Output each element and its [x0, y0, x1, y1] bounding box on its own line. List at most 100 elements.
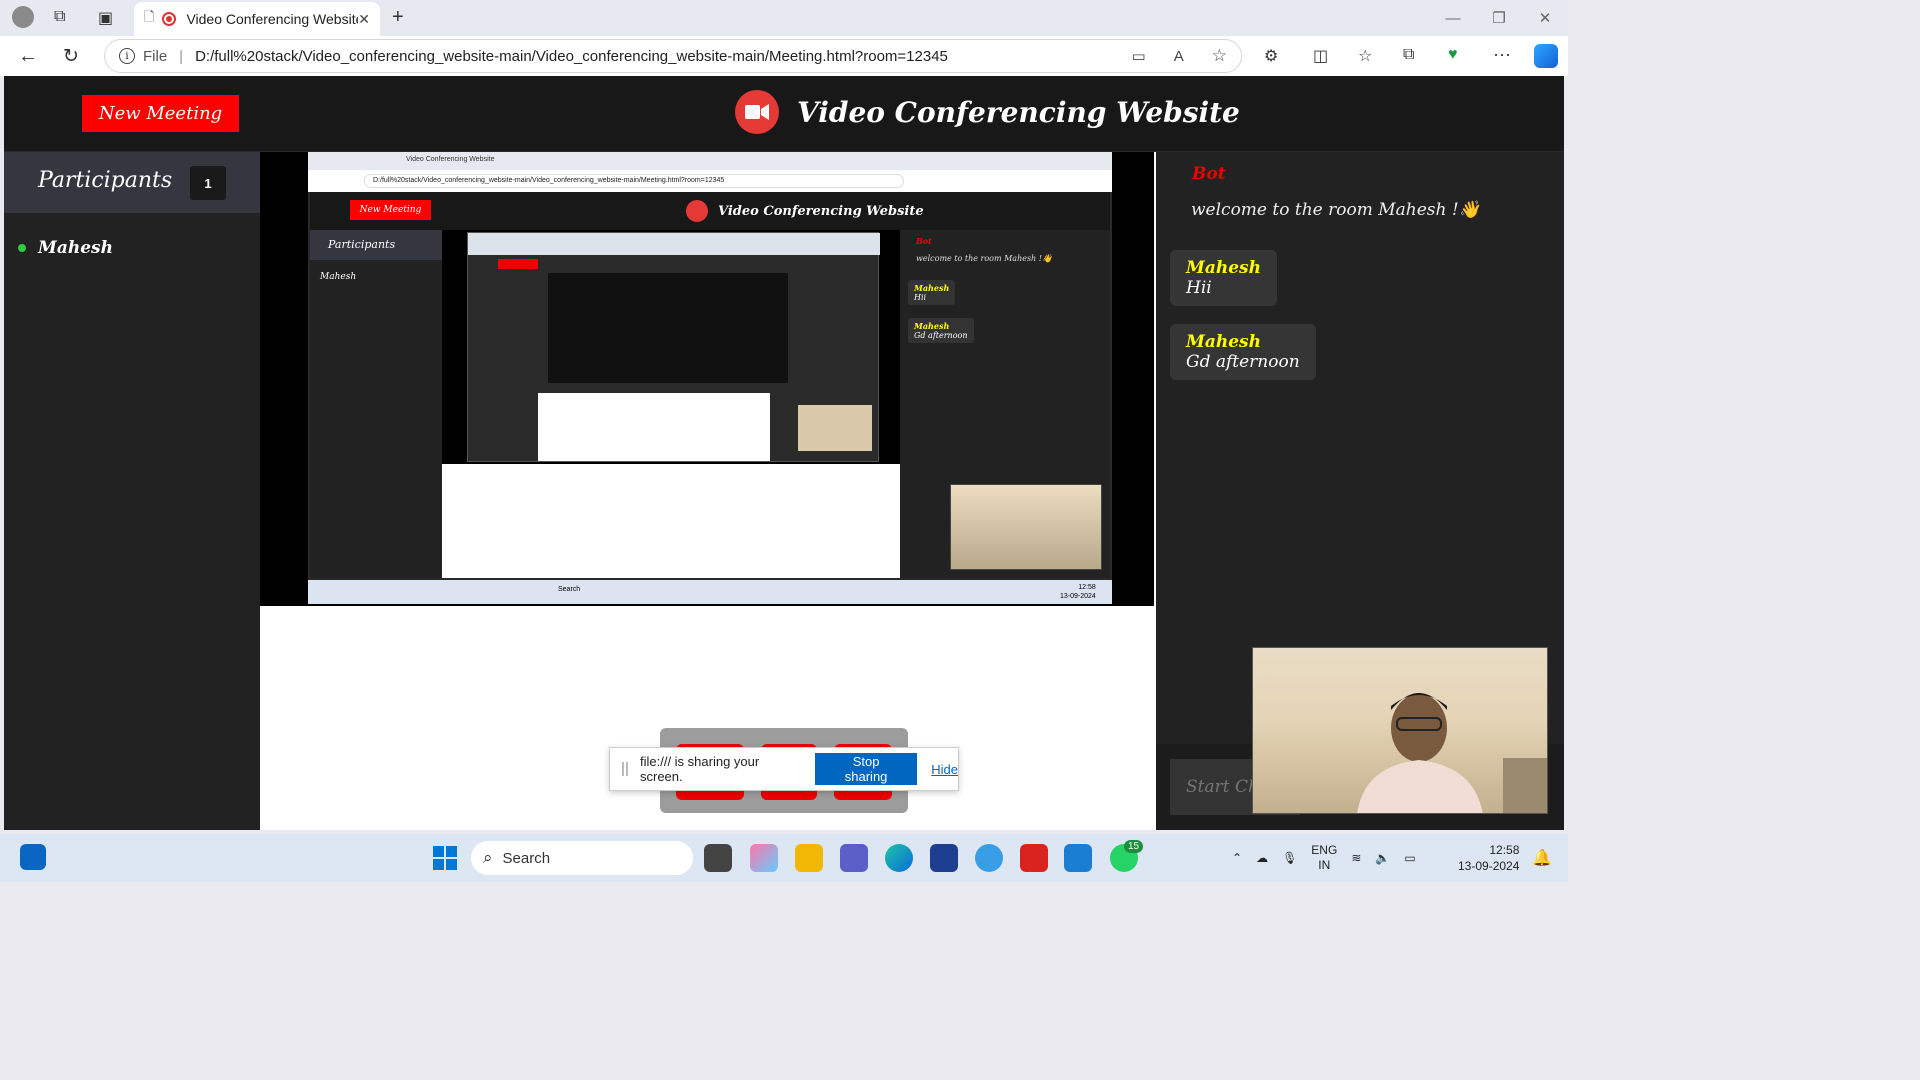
split-screen-icon[interactable]: ◫ — [1313, 46, 1328, 66]
participants-panel: Participants 1 Mahesh — [4, 152, 260, 830]
favorite-star-icon[interactable]: ☆ — [1212, 46, 1227, 66]
shared-participants-title: Participants — [310, 230, 442, 260]
widgets-icon[interactable] — [20, 844, 46, 870]
nested-stage — [548, 273, 788, 383]
chat-message: Mahesh Hii — [1170, 250, 1277, 306]
wifi-icon[interactable]: ≋ — [1351, 851, 1361, 865]
vertical-tabs-icon[interactable]: ▣ — [98, 8, 113, 28]
drag-handle-icon[interactable] — [622, 762, 628, 776]
store-icon[interactable] — [930, 844, 958, 872]
taskbar-search[interactable]: ⌕ Search — [471, 841, 693, 875]
shared-sender: Mahesh — [914, 283, 950, 293]
refresh-icon[interactable]: ↻ — [63, 45, 79, 68]
shared-chat-bubble: Mahesh Gd afternoon — [908, 318, 974, 343]
shared-brand: Video Conferencing Website — [686, 200, 924, 222]
message-sender: Mahesh — [1186, 258, 1261, 278]
restore-icon[interactable]: ❐ — [1476, 0, 1522, 36]
teams-icon[interactable] — [840, 844, 868, 872]
file-explorer-icon[interactable] — [795, 844, 823, 872]
new-tab-icon[interactable]: + — [392, 6, 404, 29]
language-indicator[interactable]: ENG IN — [1311, 843, 1337, 873]
browser-tab-bar: ⧉ ▣ 🗋 Video Conferencing Website ✕ + — ❐… — [0, 0, 1568, 36]
recording-icon — [162, 12, 177, 26]
mcafee-icon[interactable] — [1020, 844, 1048, 872]
browser-tab[interactable]: 🗋 Video Conferencing Website ✕ — [134, 2, 380, 36]
stop-sharing-button[interactable]: Stop sharing — [814, 753, 918, 785]
system-tray: ⌃ ☁ 🎙 ENG IN ≋ 🔈 ▭ — [1232, 834, 1416, 882]
extensions-icon[interactable]: ⚙ — [1264, 46, 1278, 66]
participants-header: Participants 1 — [4, 152, 260, 213]
workspaces-icon[interactable]: ⧉ — [54, 8, 65, 26]
shared-participants-panel: Participants Mahesh — [310, 230, 442, 578]
shared-message: Gd afternoon — [914, 331, 968, 340]
whatsapp-badge: 15 — [1124, 840, 1144, 853]
shared-participant-name: Mahesh — [320, 272, 357, 282]
vscode-icon[interactable] — [1064, 844, 1092, 872]
language-top: ENG — [1311, 843, 1338, 857]
site-info-icon[interactable]: i — [119, 48, 135, 64]
shared-screen-content: Video Conferencing Website D:/full%20sta… — [308, 152, 1112, 604]
minimize-icon[interactable]: — — [1430, 0, 1476, 36]
close-tab-icon[interactable]: ✕ — [358, 11, 370, 28]
address-prefix: File — [143, 47, 168, 65]
new-meeting-button[interactable]: New Meeting — [82, 95, 239, 132]
welcome-message: welcome to the room Mahesh !👋 — [1191, 200, 1480, 220]
task-view-icon[interactable] — [704, 844, 732, 872]
back-icon[interactable]: ← — [18, 45, 38, 68]
app-header: New Meeting Video Conferencing Website — [4, 76, 1564, 152]
shared-tab-title: Video Conferencing Website — [406, 156, 495, 163]
camera-permission-icon[interactable]: ▭ — [1132, 47, 1146, 65]
tab-title: Video Conferencing Website — [186, 11, 359, 27]
message-text: Hii — [1186, 278, 1212, 298]
shared-chat-bubble: Mahesh Hii — [908, 280, 956, 305]
taskbar-clock[interactable]: 12:58 13-09-2024 — [1458, 842, 1519, 874]
more-options-icon[interactable]: ··· — [1493, 44, 1511, 65]
address-separator: | — [179, 47, 184, 65]
shared-clock: 12:58 13-09-2024 — [1060, 583, 1096, 601]
nested-webcam — [798, 405, 872, 451]
search-label: Search — [502, 849, 551, 867]
shared-tab-strip: Video Conferencing Website — [308, 152, 1112, 170]
shared-app-title: Video Conferencing Website — [718, 203, 924, 219]
favorites-icon[interactable]: ☆ — [1358, 46, 1372, 66]
self-webcam-video — [1252, 647, 1548, 814]
shared-url: D:/full%20stack/Video_conferencing_websi… — [364, 174, 904, 188]
message-text: Gd afternoon — [1186, 352, 1300, 372]
shared-webcam-video — [950, 484, 1102, 570]
notification-bell-icon[interactable]: 🔔 — [1532, 848, 1552, 868]
clock-date: 13-09-2024 — [1458, 859, 1520, 873]
participants-title: Participants — [38, 168, 173, 193]
microphone-icon[interactable]: 🎙 — [1282, 851, 1297, 865]
volume-icon[interactable]: 🔈 — [1375, 851, 1390, 865]
help-icon[interactable] — [975, 844, 1003, 872]
copilot-app-icon[interactable] — [750, 844, 778, 872]
page-icon: 🗋 — [144, 9, 155, 24]
profile-icon[interactable] — [12, 6, 34, 28]
onedrive-icon[interactable]: ☁ — [1256, 851, 1268, 865]
start-icon[interactable] — [431, 844, 459, 872]
read-aloud-icon[interactable]: A — [1174, 48, 1184, 65]
shared-address-strip: D:/full%20stack/Video_conferencing_websi… — [308, 170, 1112, 192]
windows-taskbar: ⌕ Search 15 ⌃ ☁ 🎙 ENG IN ≋ 🔈 ▭ 12:58 13-0… — [0, 834, 1568, 882]
copilot-icon[interactable] — [1534, 44, 1558, 68]
battery-icon[interactable]: ▭ — [1404, 851, 1415, 865]
edge-icon[interactable] — [885, 844, 913, 872]
nested-new-meeting — [498, 259, 538, 269]
screen-share-notice: file:/// is sharing your screen. Stop sh… — [609, 747, 959, 791]
hide-link[interactable]: Hide — [931, 762, 958, 777]
online-status-icon — [18, 244, 26, 252]
shared-inner-screen — [442, 230, 900, 464]
browser-toolbar: ← ↻ i File | D:/full%20stack/Video_confe… — [0, 36, 1568, 76]
nested-screen — [467, 232, 880, 462]
close-window-icon[interactable]: ✕ — [1522, 0, 1568, 36]
collections-icon[interactable]: ⧉ — [1403, 46, 1414, 64]
share-notice-text: file:/// is sharing your screen. — [639, 754, 760, 784]
shared-app-header: New Meeting Video Conferencing Website — [310, 192, 1110, 230]
shared-screen-video: Video Conferencing Website D:/full%20sta… — [260, 152, 1154, 606]
chevron-up-icon[interactable]: ⌃ — [1232, 851, 1242, 865]
language-bottom: IN — [1318, 858, 1331, 872]
search-icon: ⌕ — [483, 848, 493, 867]
browser-essentials-icon[interactable]: ♥ — [1448, 46, 1458, 64]
address-bar[interactable]: i File | D:/full%20stack/Video_conferenc… — [104, 39, 1242, 73]
url-text: D:/full%20stack/Video_conferencing_websi… — [195, 47, 948, 65]
